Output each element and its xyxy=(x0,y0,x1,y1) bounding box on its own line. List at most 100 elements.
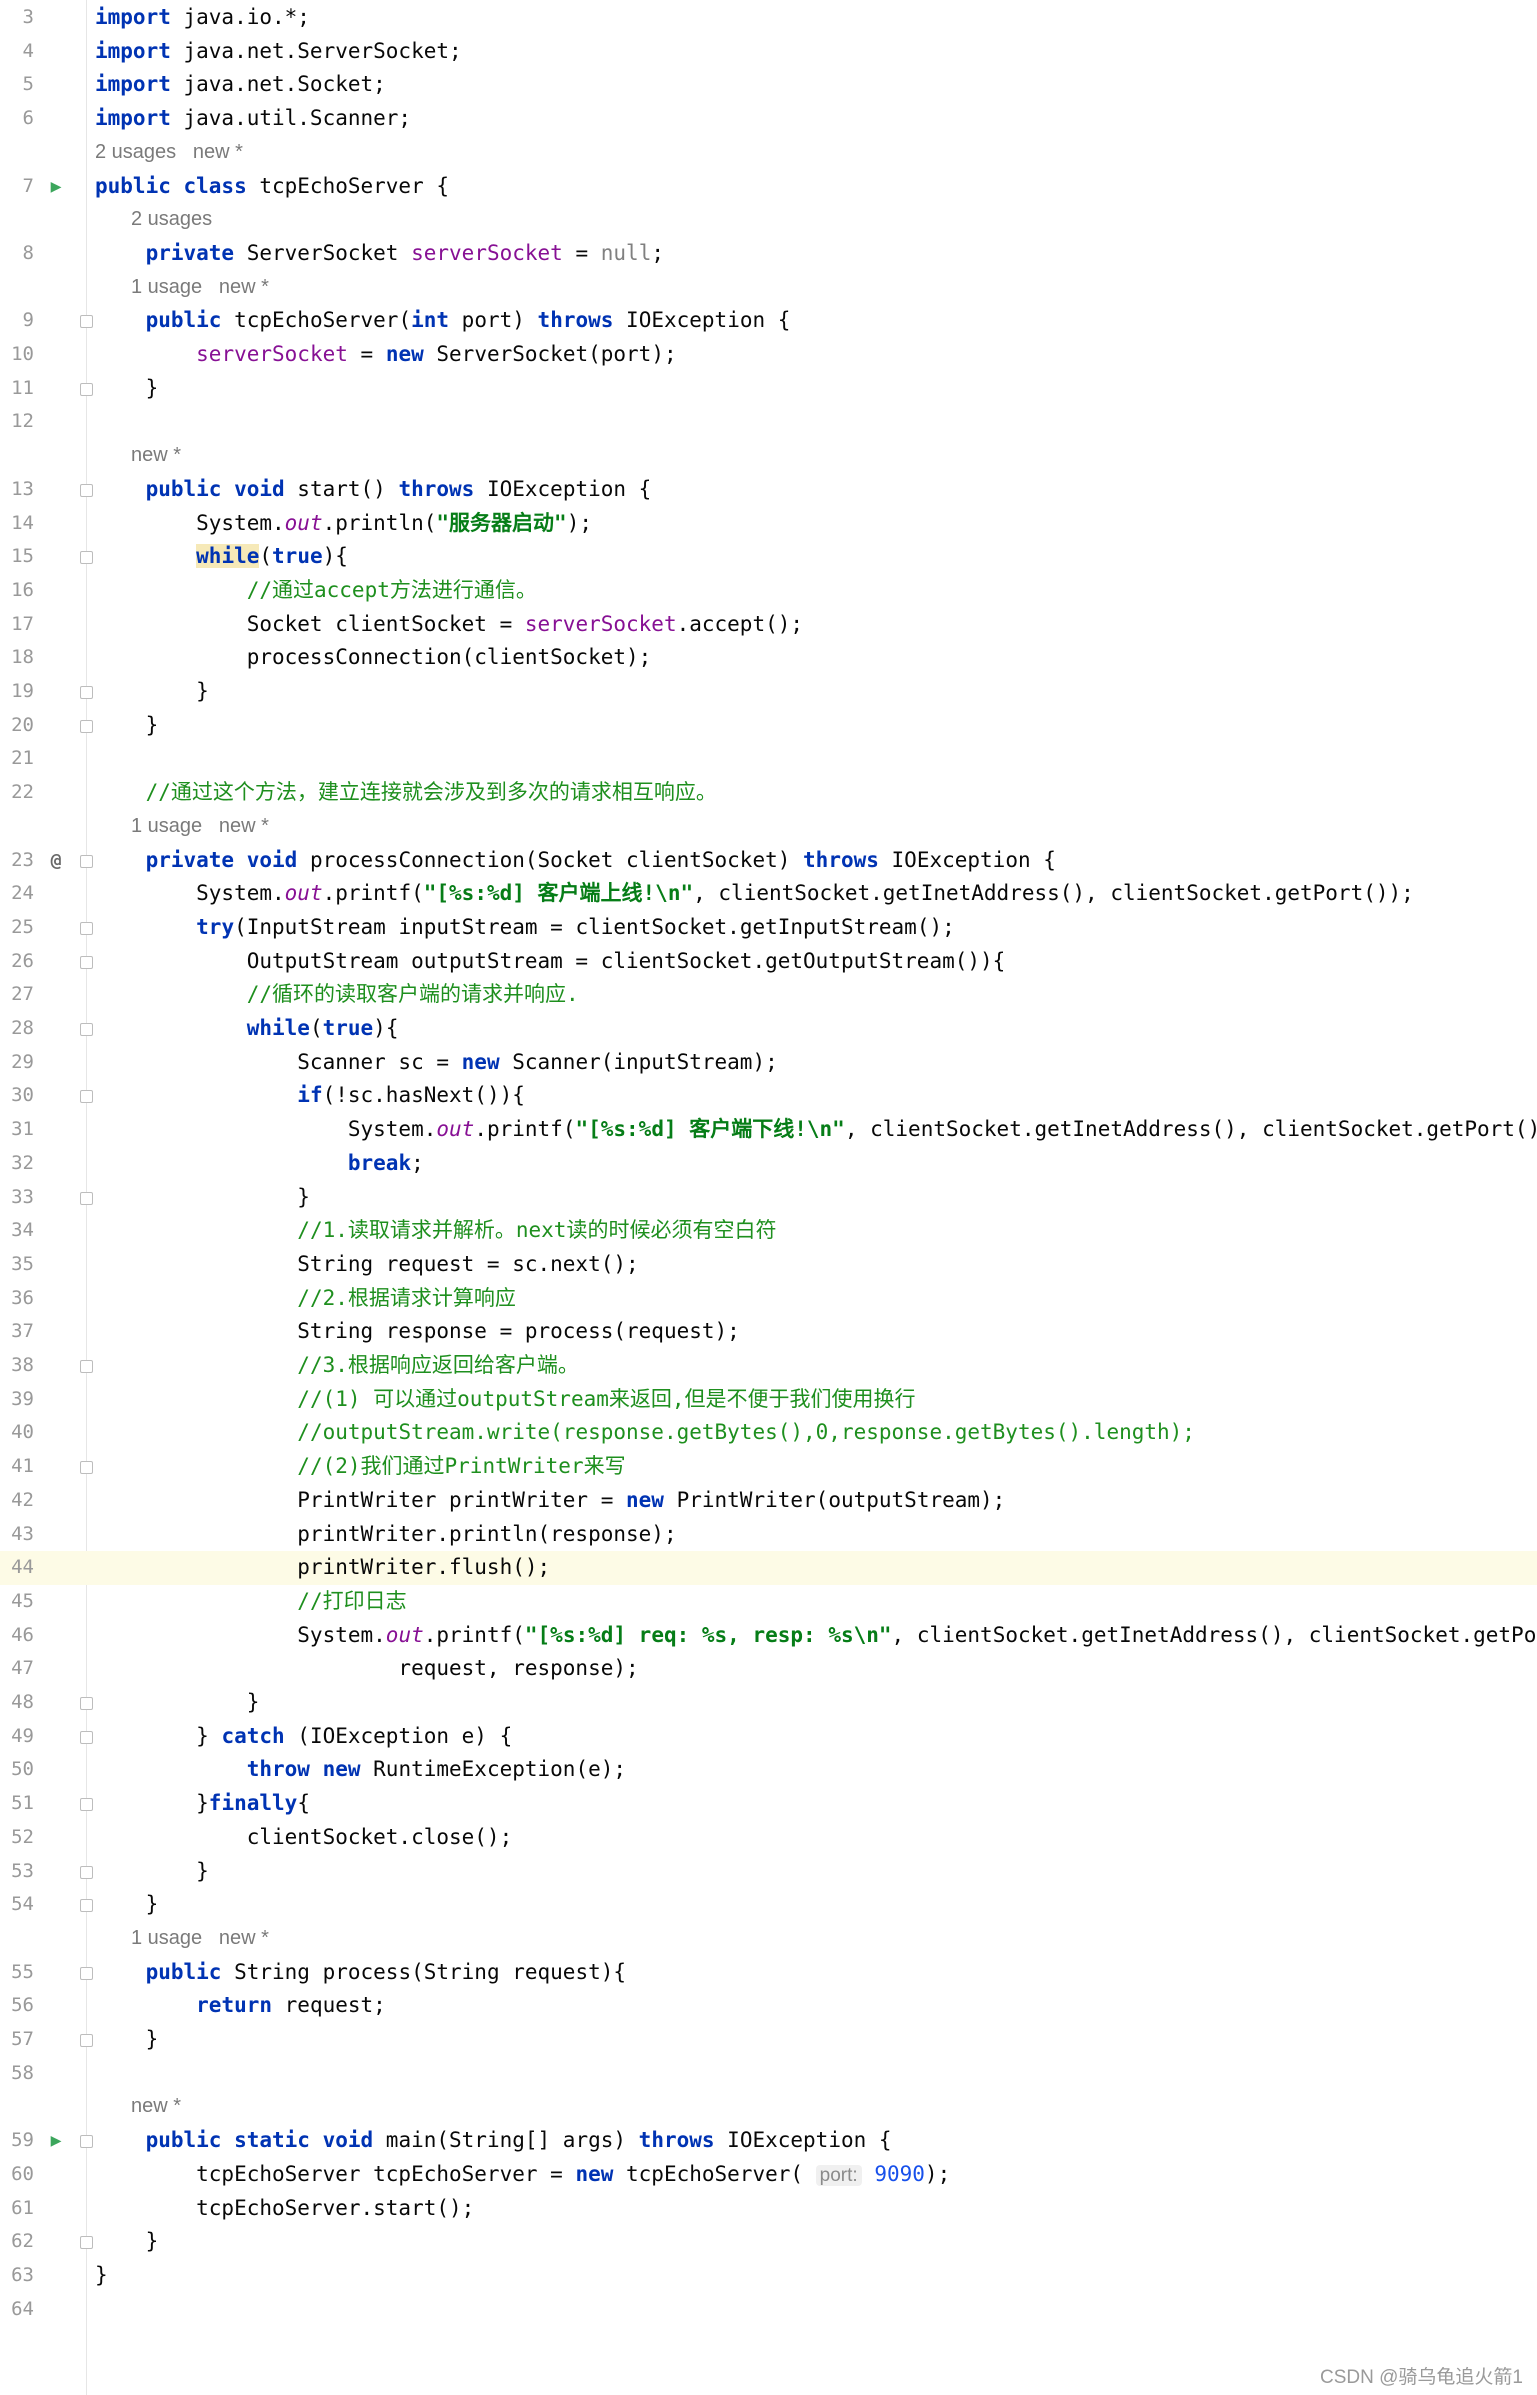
code-lens-hint[interactable]: 2 usages new * xyxy=(0,136,1537,170)
code-text[interactable]: private ServerSocket serverSocket = null… xyxy=(95,237,664,271)
code-lens-hint[interactable]: 1 usage new * xyxy=(0,1922,1537,1956)
code-lens-hint[interactable]: 1 usage new * xyxy=(0,271,1537,305)
code-lens-hint[interactable]: 2 usages xyxy=(0,203,1537,237)
code-text[interactable]: printWriter.flush(); xyxy=(95,1551,550,1585)
code-editor[interactable]: 3 import java.io.*; 4 import java.net.Serve… xyxy=(0,0,1537,2395)
code-text[interactable]: } xyxy=(95,2023,159,2057)
code-text[interactable]: if(!sc.hasNext()){ xyxy=(95,1079,525,1113)
fold-icon[interactable] xyxy=(80,1966,93,1980)
fold-icon[interactable] xyxy=(80,315,93,329)
fold-icon[interactable] xyxy=(80,2034,93,2047)
fold-icon[interactable] xyxy=(80,551,93,565)
fold-icon[interactable] xyxy=(80,483,93,497)
fold-icon[interactable] xyxy=(80,854,93,868)
usages-label[interactable]: 1 usage new * xyxy=(131,1922,269,1956)
code-text[interactable]: } xyxy=(95,1181,310,1215)
code-text[interactable]: return request; xyxy=(95,1989,386,2023)
code-text[interactable]: } xyxy=(95,1855,209,1889)
code-text[interactable]: } xyxy=(95,2259,108,2293)
fold-icon[interactable] xyxy=(80,1461,93,1475)
code-lens-hint[interactable]: new * xyxy=(0,439,1537,473)
run-icon[interactable]: ▶ xyxy=(44,2124,68,2158)
fold-icon[interactable] xyxy=(80,921,93,935)
fold-icon[interactable] xyxy=(80,1023,93,1036)
code-text[interactable]: }finally{ xyxy=(95,1787,310,1821)
code-text[interactable]: public tcpEchoServer(int port) throws IO… xyxy=(95,304,791,338)
fold-icon[interactable] xyxy=(80,686,93,699)
code-text[interactable]: private void processConnection(Socket cl… xyxy=(95,844,1056,878)
code-text[interactable]: } xyxy=(95,372,159,406)
code-text[interactable]: while(true){ xyxy=(95,540,348,574)
fold-icon[interactable] xyxy=(80,719,93,733)
code-text[interactable]: //(2)我们通过PrintWriter来写 xyxy=(95,1450,625,1484)
usages-label[interactable]: 1 usage new * xyxy=(131,271,269,305)
code-text[interactable]: break; xyxy=(95,1147,424,1181)
code-text[interactable]: //outputStream.write(response.getBytes()… xyxy=(95,1416,1195,1450)
fold-icon[interactable] xyxy=(80,1899,93,1913)
code-text[interactable]: public static void main(String[] args) t… xyxy=(95,2124,892,2158)
code-text[interactable]: import java.net.Socket; xyxy=(95,68,386,102)
fold-icon[interactable] xyxy=(80,1730,93,1744)
code-text[interactable]: Socket clientSocket = serverSocket.accep… xyxy=(95,608,803,642)
fold-icon[interactable] xyxy=(80,2236,93,2250)
usages-label[interactable]: new * xyxy=(131,439,181,473)
code-text[interactable]: public String process(String request){ xyxy=(95,1956,626,1990)
code-lens-hint[interactable]: new * xyxy=(0,2090,1537,2124)
fold-icon[interactable] xyxy=(80,955,93,969)
code-text[interactable]: throw new RuntimeException(e); xyxy=(95,1753,626,1787)
code-text[interactable]: } xyxy=(95,1888,159,1922)
code-text[interactable]: tcpEchoServer tcpEchoServer = new tcpEch… xyxy=(95,2158,950,2193)
code-text[interactable]: PrintWriter printWriter = new PrintWrite… xyxy=(95,1484,1005,1518)
fold-icon[interactable] xyxy=(80,1360,93,1373)
run-icon[interactable]: ▶ xyxy=(44,170,68,204)
code-text[interactable]: //通过accept方法进行通信。 xyxy=(95,574,537,608)
code-token: System. xyxy=(95,881,285,906)
code-text[interactable]: //循环的读取客户端的请求并响应. xyxy=(95,978,579,1012)
code-text[interactable]: } xyxy=(95,709,159,743)
usages-label[interactable]: 1 usage new * xyxy=(131,810,269,844)
code-text[interactable]: clientSocket.close(); xyxy=(95,1821,513,1855)
code-text[interactable]: String request = sc.next(); xyxy=(95,1248,638,1282)
fold-icon[interactable] xyxy=(80,1697,93,1710)
code-text[interactable]: request, response); xyxy=(95,1652,638,1686)
fold-icon[interactable] xyxy=(80,1191,93,1205)
code-text[interactable]: while(true){ xyxy=(95,1012,399,1046)
code-text[interactable]: try(InputStream inputStream = clientSock… xyxy=(95,911,955,945)
fold-icon[interactable] xyxy=(80,1090,93,1104)
code-text[interactable]: Scanner sc = new Scanner(inputStream); xyxy=(95,1046,777,1080)
code-text[interactable]: //(1) 可以通过outputStream来返回,但是不便于我们使用换行 xyxy=(95,1383,915,1417)
usages-label[interactable]: new * xyxy=(131,2090,181,2124)
fold-icon[interactable] xyxy=(80,2135,93,2149)
code-text[interactable]: import java.util.Scanner; xyxy=(95,102,411,136)
code-text[interactable]: } catch (IOException e) { xyxy=(95,1720,512,1754)
usages-label[interactable]: 2 usages new * xyxy=(95,136,243,170)
code-text[interactable]: } xyxy=(95,675,209,709)
code-text[interactable]: //2.根据请求计算响应 xyxy=(95,1282,516,1316)
code-text[interactable]: System.out.printf("[%s:%d] req: %s, resp… xyxy=(95,1619,1537,1653)
code-text[interactable]: processConnection(clientSocket); xyxy=(95,641,652,675)
annotation-icon[interactable]: @ xyxy=(44,844,68,878)
code-text[interactable]: } xyxy=(95,2225,159,2259)
code-text[interactable]: //打印日志 xyxy=(95,1585,406,1619)
code-text[interactable]: System.out.printf("[%s:%d] 客户端上线!\n", cl… xyxy=(95,877,1414,911)
code-text[interactable]: printWriter.println(response); xyxy=(95,1518,676,1552)
code-text[interactable]: } xyxy=(95,1686,260,1720)
code-text[interactable]: serverSocket = new ServerSocket(port); xyxy=(95,338,676,372)
code-text[interactable]: String response = process(request); xyxy=(95,1315,740,1349)
code-text[interactable]: //通过这个方法，建立连接就会涉及到多次的请求相互响应。 xyxy=(95,776,717,810)
usages-label[interactable]: 2 usages xyxy=(131,203,212,237)
code-text[interactable]: public void start() throws IOException { xyxy=(95,473,652,507)
code-text[interactable]: OutputStream outputStream = clientSocket… xyxy=(95,945,1006,979)
code-text[interactable]: public class tcpEchoServer { xyxy=(95,170,449,204)
code-text[interactable]: import java.io.*; xyxy=(95,1,310,35)
code-text[interactable]: //1.读取请求并解析。next读的时候必须有空白符 xyxy=(95,1214,776,1248)
fold-icon[interactable] xyxy=(80,1798,93,1812)
code-text[interactable]: tcpEchoServer.start(); xyxy=(95,2192,474,2226)
code-text[interactable]: import java.net.ServerSocket; xyxy=(95,35,462,69)
fold-icon[interactable] xyxy=(80,1865,93,1879)
fold-icon[interactable] xyxy=(80,382,93,396)
code-text[interactable]: //3.根据响应返回给客户端。 xyxy=(95,1349,579,1383)
code-text[interactable]: System.out.println("服务器启动"); xyxy=(95,507,592,541)
code-text[interactable]: System.out.printf("[%s:%d] 客户端下线!\n", cl… xyxy=(95,1113,1537,1147)
code-lens-hint[interactable]: 1 usage new * xyxy=(0,810,1537,844)
